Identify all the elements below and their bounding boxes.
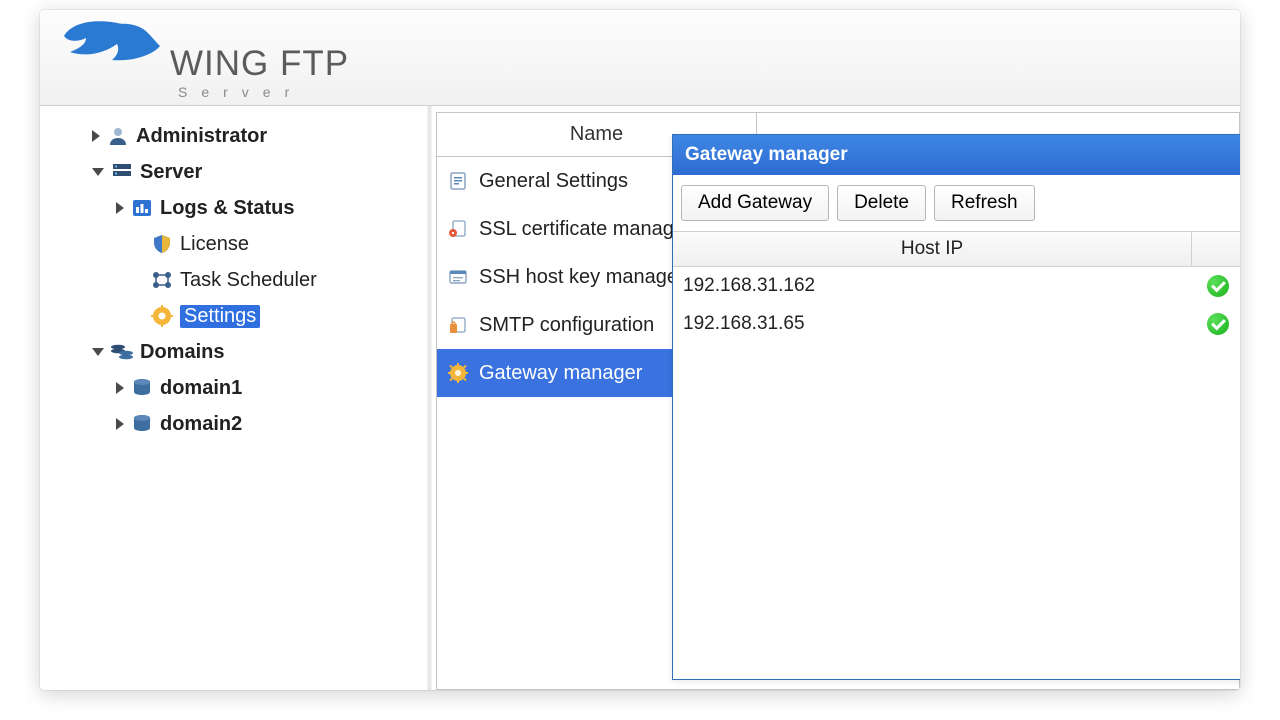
expand-icon[interactable] bbox=[92, 348, 104, 356]
scheduler-icon bbox=[150, 268, 174, 292]
dialog-toolbar: Add Gateway Delete Refresh bbox=[673, 175, 1240, 231]
tree-label: Domains bbox=[140, 341, 224, 364]
spacer-icon bbox=[130, 312, 144, 320]
chart-icon bbox=[130, 196, 154, 220]
check-ok-icon bbox=[1207, 313, 1229, 335]
app-title: WING FTP bbox=[170, 44, 349, 84]
database-icon bbox=[130, 376, 154, 400]
status-cell bbox=[1191, 275, 1240, 297]
app-header: WING FTP Server bbox=[40, 10, 1240, 106]
host-ip-cell: 192.168.31.65 bbox=[683, 313, 1191, 335]
tree-label: Server bbox=[140, 161, 202, 184]
tree-label: Task Scheduler bbox=[180, 269, 317, 292]
app-logo: WING FTP Server bbox=[62, 18, 332, 64]
delete-button[interactable]: Delete bbox=[837, 185, 926, 221]
tree-item-server[interactable]: Server bbox=[40, 154, 429, 190]
spacer-icon bbox=[130, 276, 144, 284]
item-label: General Settings bbox=[479, 170, 628, 193]
gateway-manager-dialog: Gateway manager Add Gateway Delete Refre… bbox=[672, 134, 1240, 680]
check-ok-icon bbox=[1207, 275, 1229, 297]
expand-icon[interactable] bbox=[116, 382, 124, 394]
status-cell bbox=[1191, 313, 1240, 335]
user-icon bbox=[106, 124, 130, 148]
item-label: SSL certificate manager bbox=[479, 218, 692, 241]
tree-item-task-scheduler[interactable]: Task Scheduler bbox=[40, 262, 429, 298]
grid-header: Host IP bbox=[673, 231, 1240, 267]
tree-label: Logs & Status bbox=[160, 197, 294, 220]
server-icon bbox=[110, 160, 134, 184]
column-status[interactable] bbox=[1191, 232, 1240, 266]
item-icon bbox=[447, 266, 469, 288]
gateway-row[interactable]: 192.168.31.65 bbox=[673, 305, 1240, 343]
add-gateway-button[interactable]: Add Gateway bbox=[681, 185, 829, 221]
tree-label: domain1 bbox=[160, 377, 242, 400]
app-window: WING FTP Server Administrator bbox=[40, 10, 1240, 690]
expand-icon[interactable] bbox=[92, 130, 100, 142]
tree-label: Administrator bbox=[136, 125, 267, 148]
item-label: Gateway manager bbox=[479, 362, 642, 385]
tree-item-settings[interactable]: Settings bbox=[40, 298, 429, 334]
shield-icon bbox=[150, 232, 174, 256]
item-label: SMTP configuration bbox=[479, 314, 654, 337]
item-label: SSH host key manager bbox=[479, 266, 685, 289]
item-icon bbox=[447, 314, 469, 336]
tree-item-logs-status[interactable]: Logs & Status bbox=[40, 190, 429, 226]
expand-icon[interactable] bbox=[116, 202, 124, 214]
app-subtitle: Server bbox=[178, 84, 303, 100]
sidebar: Administrator Server Logs & Status bbox=[40, 106, 430, 690]
tree-item-domain2[interactable]: domain2 bbox=[40, 406, 429, 442]
tree-label: Settings bbox=[180, 305, 260, 328]
host-ip-cell: 192.168.31.162 bbox=[683, 275, 1191, 297]
column-host-ip[interactable]: Host IP bbox=[673, 238, 1191, 260]
item-icon bbox=[447, 362, 469, 384]
gateway-row[interactable]: 192.168.31.162 bbox=[673, 267, 1240, 305]
dialog-title[interactable]: Gateway manager bbox=[673, 135, 1240, 175]
item-icon bbox=[447, 218, 469, 240]
tree-label: domain2 bbox=[160, 413, 242, 436]
tree-item-administrator[interactable]: Administrator bbox=[40, 118, 429, 154]
expand-icon[interactable] bbox=[92, 168, 104, 176]
gear-icon bbox=[150, 304, 174, 328]
spacer-icon bbox=[130, 240, 144, 248]
tree-item-domains[interactable]: Domains bbox=[40, 334, 429, 370]
whale-icon bbox=[62, 18, 162, 64]
tree-label: License bbox=[180, 233, 249, 256]
database-icon bbox=[130, 412, 154, 436]
refresh-button[interactable]: Refresh bbox=[934, 185, 1035, 221]
item-icon bbox=[447, 170, 469, 192]
domains-icon bbox=[110, 340, 134, 364]
tree-item-license[interactable]: License bbox=[40, 226, 429, 262]
expand-icon[interactable] bbox=[116, 418, 124, 430]
tree-item-domain1[interactable]: domain1 bbox=[40, 370, 429, 406]
